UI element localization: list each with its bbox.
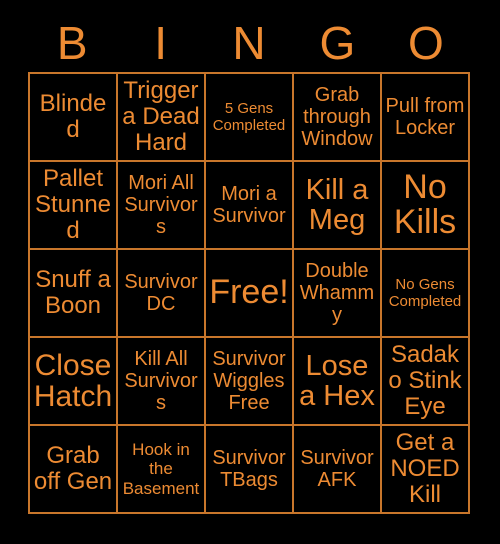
bingo-cell-label: Grab through Window: [301, 84, 373, 150]
bingo-cell[interactable]: Grab through Window: [294, 74, 382, 162]
bingo-cell[interactable]: Sadako Stink Eye: [382, 338, 470, 426]
bingo-cell[interactable]: Kill a Meg: [294, 162, 382, 250]
bingo-cell[interactable]: Double Whammy: [294, 250, 382, 338]
bingo-cell[interactable]: No Gens Completed: [382, 250, 470, 338]
bingo-cell-free[interactable]: Free!: [206, 250, 294, 338]
bingo-cell[interactable]: Survivor DC: [118, 250, 206, 338]
bingo-cell[interactable]: Close Hatch: [30, 338, 118, 426]
bingo-cell[interactable]: Snuff a Boon: [30, 250, 118, 338]
bingo-cell[interactable]: Blinded: [30, 74, 118, 162]
bingo-cell-label: Sadako Stink Eye: [388, 341, 462, 420]
bingo-cell[interactable]: Pallet Stunned: [30, 162, 118, 250]
bingo-cell[interactable]: Get a NOED Kill: [382, 426, 470, 514]
header-letter-g: G: [319, 17, 356, 69]
header-letter-b: B: [56, 17, 88, 69]
bingo-cell[interactable]: Mori a Survivor: [206, 162, 294, 250]
bingo-cell-label: No Kills: [393, 167, 457, 241]
bingo-cell-label: Survivor TBags: [212, 447, 286, 491]
bingo-cell[interactable]: Pull from Locker: [382, 74, 470, 162]
bingo-cell-label: Grab off Gen: [33, 442, 113, 495]
bingo-cell-label: Kill a Meg: [305, 173, 369, 236]
bingo-cell-label: Mori All Survivors: [124, 172, 198, 238]
bingo-cell[interactable]: Kill All Survivors: [118, 338, 206, 426]
bingo-grid: Blinded Trigger a Dead Hard 5 Gens Complet…: [28, 72, 470, 514]
bingo-cell-label: Pallet Stunned: [34, 165, 112, 244]
bingo-cell[interactable]: No Kills: [382, 162, 470, 250]
bingo-cell-label: Lose a Hex: [299, 349, 375, 412]
bingo-cell-label: Close Hatch: [33, 348, 113, 413]
bingo-cell-label: Survivor Wiggles Free: [212, 348, 286, 414]
header-letter-n: N: [232, 17, 266, 69]
bingo-cell[interactable]: Survivor Wiggles Free: [206, 338, 294, 426]
bingo-cell-label: Double Whammy: [299, 260, 375, 326]
bingo-cell[interactable]: Survivor AFK: [294, 426, 382, 514]
bingo-cell-label: Free!: [209, 273, 289, 312]
bingo-header: B I N G O: [28, 14, 470, 72]
bingo-cell-label: Survivor AFK: [300, 447, 374, 491]
bingo-cell[interactable]: Trigger a Dead Hard: [118, 74, 206, 162]
bingo-cell-label: Kill All Survivors: [124, 348, 198, 414]
bingo-cell-label: 5 Gens Completed: [212, 99, 286, 134]
bingo-cell[interactable]: Grab off Gen: [30, 426, 118, 514]
bingo-cell-label: Survivor DC: [124, 271, 198, 315]
bingo-cell-label: Pull from Locker: [385, 95, 465, 139]
header-letter-i: I: [154, 17, 167, 69]
bingo-cell[interactable]: Hook in the Basement: [118, 426, 206, 514]
bingo-cell[interactable]: Mori All Survivors: [118, 162, 206, 250]
bingo-cell-label: Blinded: [39, 90, 107, 143]
bingo-cell-label: Hook in the Basement: [122, 440, 200, 498]
bingo-cell-label: No Gens Completed: [388, 275, 462, 310]
bingo-cell-label: Get a NOED Kill: [390, 429, 460, 508]
bingo-cell[interactable]: Lose a Hex: [294, 338, 382, 426]
bingo-card: B I N G O Blinded Trigger a Dead Hard 5 Ge…: [0, 0, 500, 544]
bingo-cell-label: Mori a Survivor: [212, 183, 286, 227]
bingo-cell-label: Snuff a Boon: [35, 266, 111, 319]
bingo-cell[interactable]: 5 Gens Completed: [206, 74, 294, 162]
bingo-cell-label: Trigger a Dead Hard: [122, 77, 200, 156]
bingo-cell[interactable]: Survivor TBags: [206, 426, 294, 514]
header-letter-o: O: [407, 17, 444, 69]
